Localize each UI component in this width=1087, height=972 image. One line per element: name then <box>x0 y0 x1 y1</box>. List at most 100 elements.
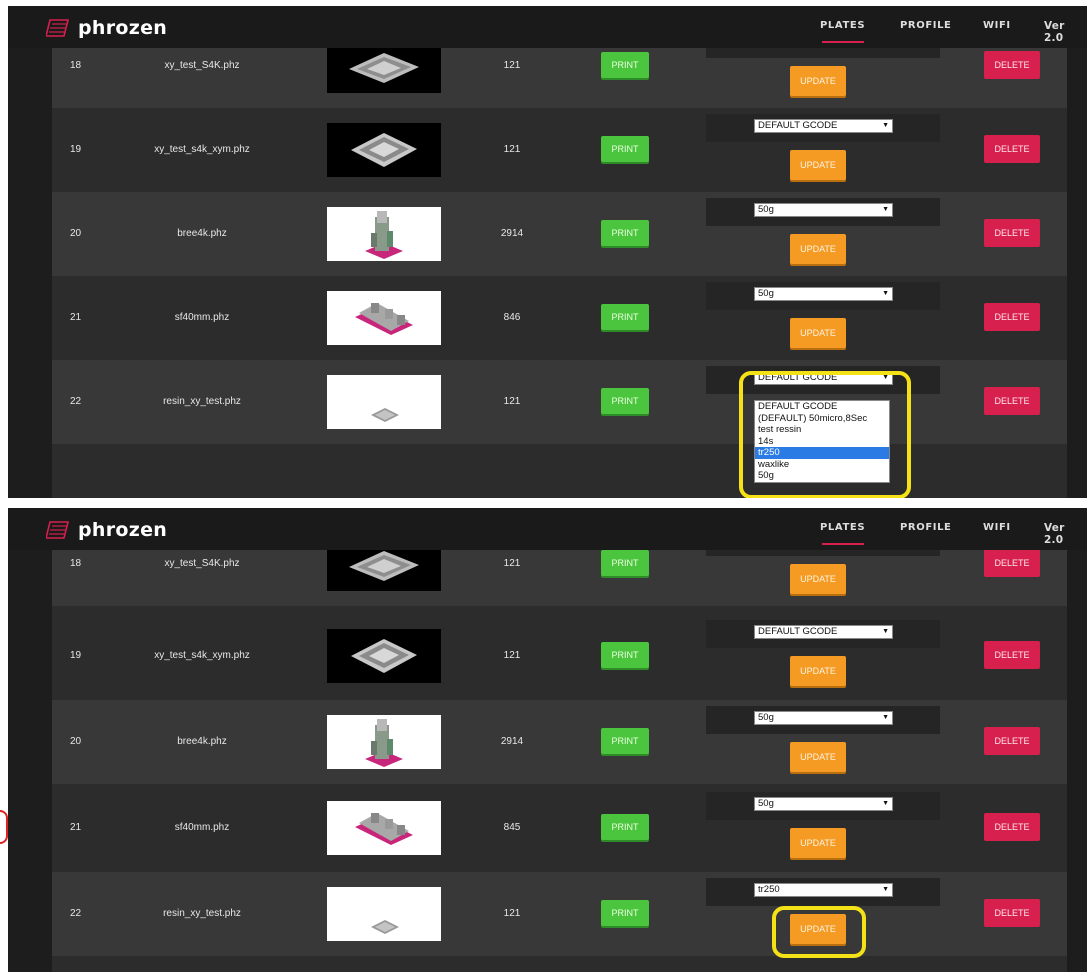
gcode-select-value: 50g <box>758 798 774 809</box>
nav-wifi[interactable]: WIFI <box>983 20 1011 31</box>
update-button[interactable]: UPDATE <box>790 828 846 858</box>
print-button[interactable]: PRINT <box>601 550 649 576</box>
version-label: Ver 2.0 <box>1044 20 1065 44</box>
update-button[interactable]: UPDATE <box>790 742 846 772</box>
delete-button[interactable]: DELETE <box>984 51 1040 79</box>
plate-id: 18 <box>70 558 82 569</box>
gcode-select[interactable]: 50g ▼ <box>754 287 893 301</box>
print-button[interactable]: PRINT <box>601 136 649 162</box>
plate-size: 121 <box>503 558 521 569</box>
print-button[interactable]: PRINT <box>601 304 649 330</box>
plate-filename: xy_test_S4K.phz <box>164 60 240 71</box>
print-button[interactable]: PRINT <box>601 900 649 926</box>
chevron-down-icon: ▼ <box>882 122 889 129</box>
plate-thumbnail <box>327 887 441 941</box>
brand-name: phrozen <box>78 17 168 39</box>
dropdown-option[interactable]: (DEFAULT) 50micro,8Sec <box>755 413 889 425</box>
brand-logo[interactable]: phrozen <box>46 518 167 542</box>
gcode-select[interactable]: 50g ▼ <box>754 711 893 725</box>
update-button[interactable]: UPDATE <box>790 564 846 594</box>
print-button[interactable]: PRINT <box>601 642 649 668</box>
delete-button[interactable]: DELETE <box>984 387 1040 415</box>
plate-size: 846 <box>503 312 521 323</box>
gcode-select-value: 50g <box>758 288 774 299</box>
gcode-select[interactable]: 50g ▼ <box>754 203 893 217</box>
plate-id: 21 <box>70 822 82 833</box>
chevron-down-icon: ▼ <box>882 886 889 893</box>
nav-profile[interactable]: PROFILE <box>900 522 952 533</box>
dropdown-option-selected[interactable]: tr250 <box>755 447 889 459</box>
plate-filename: bree4k.phz <box>177 736 227 747</box>
delete-button[interactable]: DELETE <box>984 549 1040 577</box>
plates-table: 18 xy_test_S4K.phz 121 PRINT UPDATE DELE… <box>52 522 1067 972</box>
plate-thumbnail <box>327 629 441 683</box>
gcode-select-value: DEFAULT GCODE <box>758 120 838 131</box>
plate-thumbnail <box>327 291 441 345</box>
gcode-select[interactable]: DEFAULT GCODE ▼ <box>754 625 893 639</box>
nav-wifi[interactable]: WIFI <box>983 522 1011 533</box>
plate-id: 22 <box>70 396 82 407</box>
update-button[interactable]: UPDATE <box>790 318 846 348</box>
update-button[interactable]: UPDATE <box>790 150 846 180</box>
gcode-dropdown-list[interactable]: DEFAULT GCODE (DEFAULT) 50micro,8Sec tes… <box>754 400 890 483</box>
update-button[interactable]: UPDATE <box>790 656 846 686</box>
active-tab-indicator <box>822 543 864 545</box>
plates-table: 18 xy_test_S4K.phz 121 PRINT UPDATE DELE… <box>52 24 1067 498</box>
dropdown-option[interactable]: test ressin <box>755 424 889 436</box>
update-button[interactable]: UPDATE <box>790 234 846 264</box>
gcode-select[interactable]: 50g ▼ <box>754 797 893 811</box>
nav-profile[interactable]: PROFILE <box>900 20 952 31</box>
plate-filename: xy_test_s4k_xym.phz <box>154 650 250 661</box>
table-row: 20 bree4k.phz 2914 PRINT 50g ▼ UPDATE DEL… <box>52 192 1067 276</box>
table-row: 19 xy_test_s4k_xym.phz 121 PRINT DEFAULT… <box>52 108 1067 192</box>
phrozen-logo-icon <box>46 521 70 539</box>
plate-id: 19 <box>70 650 82 661</box>
delete-button[interactable]: DELETE <box>984 899 1040 927</box>
update-button[interactable]: UPDATE <box>790 66 846 96</box>
print-button[interactable]: PRINT <box>601 220 649 246</box>
gcode-select-value: 50g <box>758 204 774 215</box>
plate-thumbnail <box>327 375 441 429</box>
gcode-select[interactable]: tr250 ▼ <box>754 883 893 897</box>
plate-size: 121 <box>503 650 521 661</box>
delete-button[interactable]: DELETE <box>984 219 1040 247</box>
print-button[interactable]: PRINT <box>601 388 649 414</box>
dropdown-option[interactable]: 14s <box>755 436 889 448</box>
brand-logo[interactable]: phrozen <box>46 16 167 40</box>
plate-id: 18 <box>70 60 82 71</box>
gcode-select[interactable]: DEFAULT GCODE ▼ <box>754 371 893 385</box>
dropdown-option[interactable]: 50g <box>755 470 889 482</box>
plate-filename: sf40mm.phz <box>174 822 230 833</box>
table-row: 22 resin_xy_test.phz 121 PRINT tr250 ▼ UP… <box>52 872 1067 956</box>
dropdown-option[interactable]: waxlike <box>755 459 889 471</box>
nav-plates[interactable]: PLATES <box>820 20 865 31</box>
plate-size: 121 <box>503 908 521 919</box>
plate-filename: resin_xy_test.phz <box>163 908 241 919</box>
edge-annotation-mark <box>0 810 8 844</box>
chevron-down-icon: ▼ <box>882 714 889 721</box>
delete-button[interactable]: DELETE <box>984 303 1040 331</box>
plate-size: 121 <box>503 396 521 407</box>
dropdown-option[interactable]: DEFAULT GCODE <box>755 401 889 413</box>
phrozen-logo-icon <box>46 19 70 37</box>
chevron-down-icon: ▼ <box>882 800 889 807</box>
gcode-select-value: 50g <box>758 712 774 723</box>
table-row: 20 bree4k.phz 2914 PRINT 50g ▼ UPDATE DEL… <box>52 700 1067 784</box>
delete-button[interactable]: DELETE <box>984 727 1040 755</box>
delete-button[interactable]: DELETE <box>984 641 1040 669</box>
gcode-select[interactable]: DEFAULT GCODE ▼ <box>754 119 893 133</box>
update-button[interactable]: UPDATE <box>790 914 846 944</box>
gcode-select-value: DEFAULT GCODE <box>758 626 838 637</box>
nav-plates[interactable]: PLATES <box>820 522 865 533</box>
plate-size: 2914 <box>500 736 524 747</box>
plate-id: 21 <box>70 312 82 323</box>
plate-filename: xy_test_s4k_xym.phz <box>154 144 250 155</box>
delete-button[interactable]: DELETE <box>984 135 1040 163</box>
delete-button[interactable]: DELETE <box>984 813 1040 841</box>
print-button[interactable]: PRINT <box>601 52 649 78</box>
print-button[interactable]: PRINT <box>601 814 649 840</box>
screenshot-top: phrozen PLATES PROFILE WIFI Ver 2.0 18 x… <box>8 6 1087 498</box>
chevron-down-icon: ▼ <box>882 206 889 213</box>
plate-thumbnail <box>327 207 441 261</box>
print-button[interactable]: PRINT <box>601 728 649 754</box>
